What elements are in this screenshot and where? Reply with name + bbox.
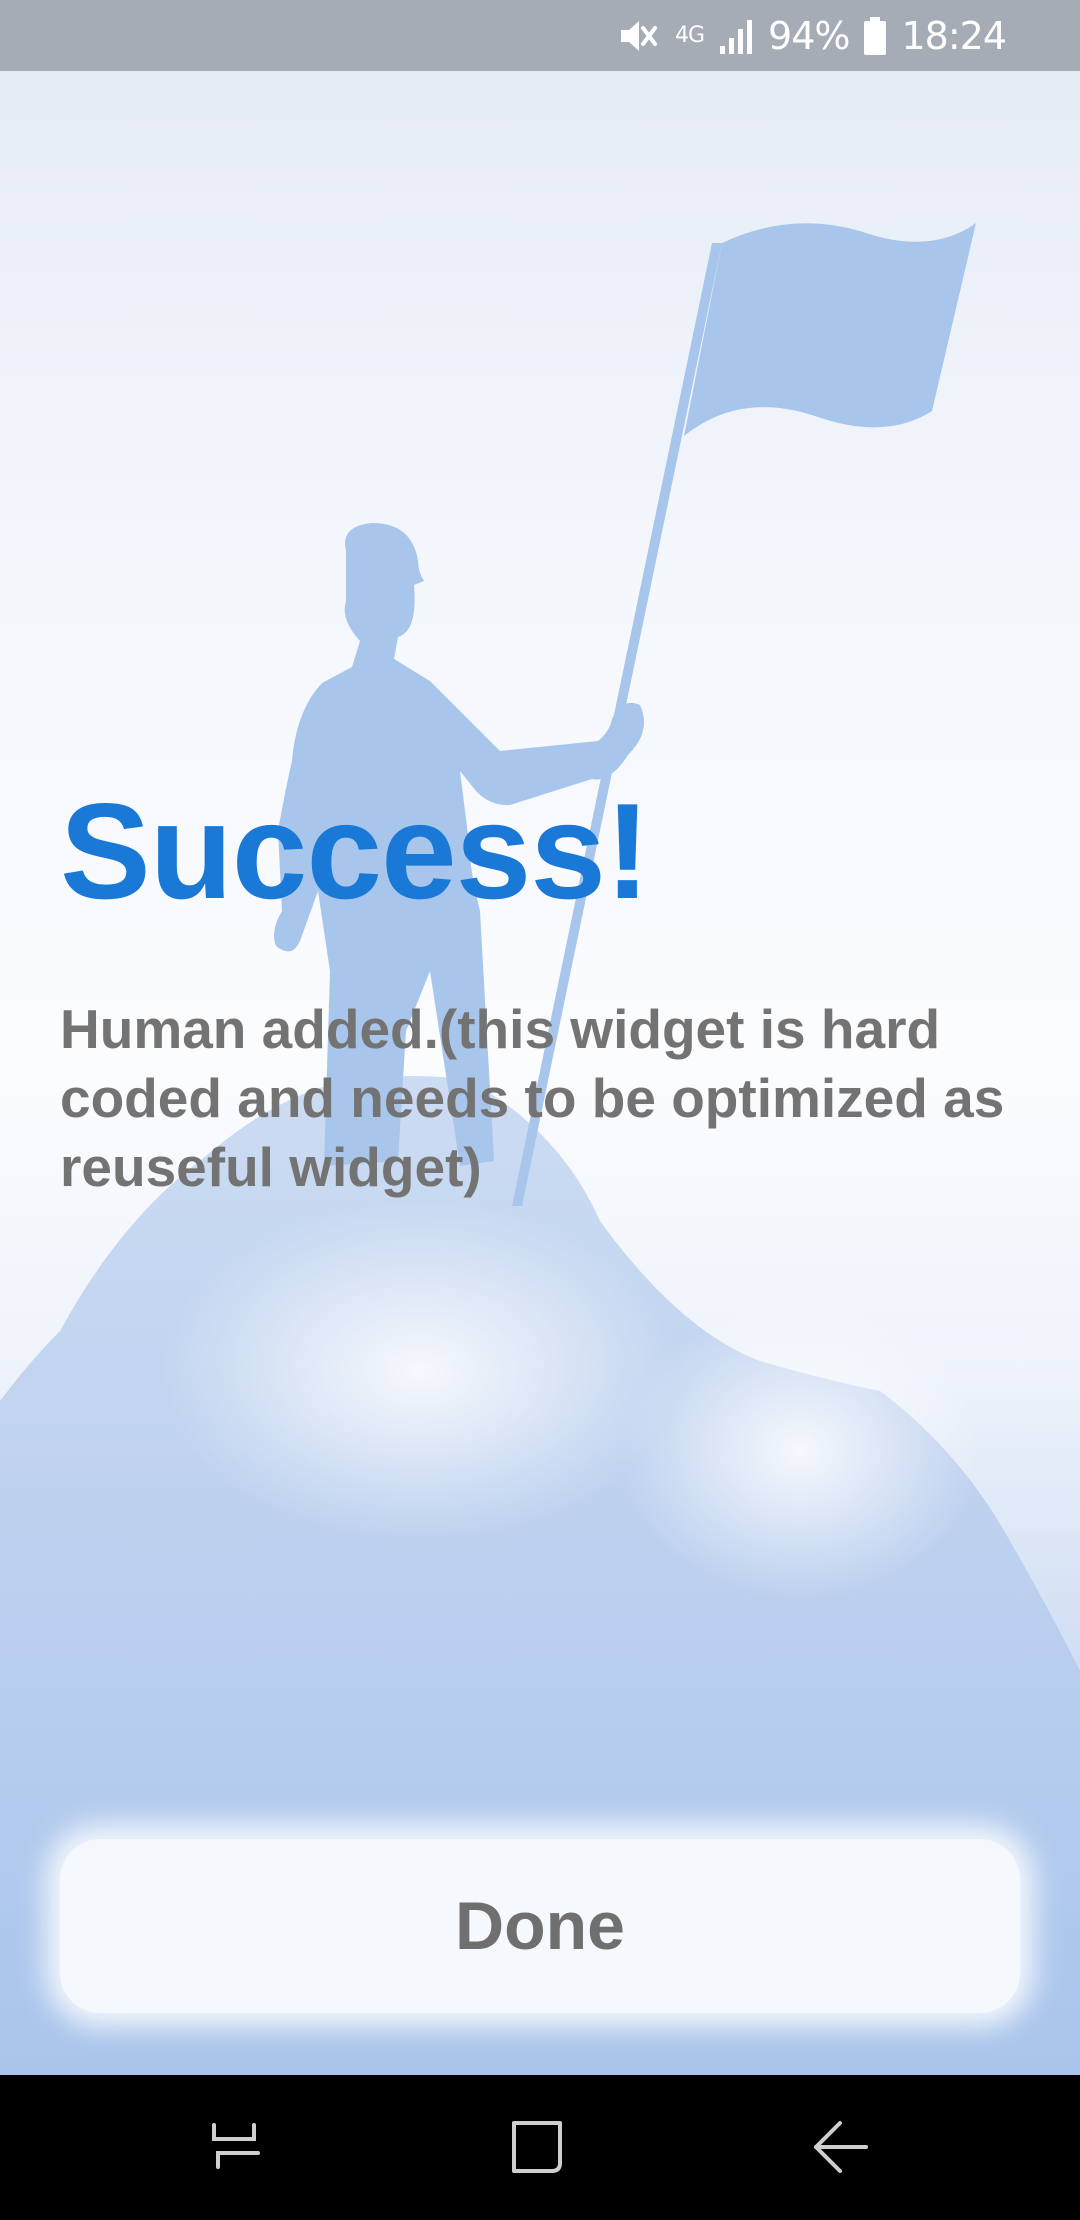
back-icon[interactable] bbox=[804, 2111, 876, 2183]
battery-icon bbox=[864, 16, 887, 55]
success-screen: Success! Human added.(this widget is har… bbox=[0, 71, 1080, 2075]
success-message: Human added.(this widget is hard coded a… bbox=[60, 998, 1005, 1198]
done-button[interactable]: Done bbox=[60, 1839, 1020, 2013]
home-icon[interactable] bbox=[502, 2111, 574, 2183]
network-type-label: 4G bbox=[674, 23, 705, 48]
signal-icon bbox=[720, 19, 753, 54]
done-button-label: Done bbox=[455, 1888, 625, 1964]
mute-icon bbox=[620, 20, 657, 51]
clock: 18:24 bbox=[901, 13, 1007, 58]
success-title: Success! bbox=[60, 775, 650, 927]
status-indicators: 4G 94% 18:24 bbox=[617, 0, 1007, 71]
status-bar: 4G 94% 18:24 bbox=[0, 0, 1080, 71]
system-nav-bar bbox=[0, 2075, 1080, 2220]
recent-apps-icon[interactable] bbox=[200, 2111, 272, 2183]
battery-percentage: 94% bbox=[768, 13, 850, 58]
